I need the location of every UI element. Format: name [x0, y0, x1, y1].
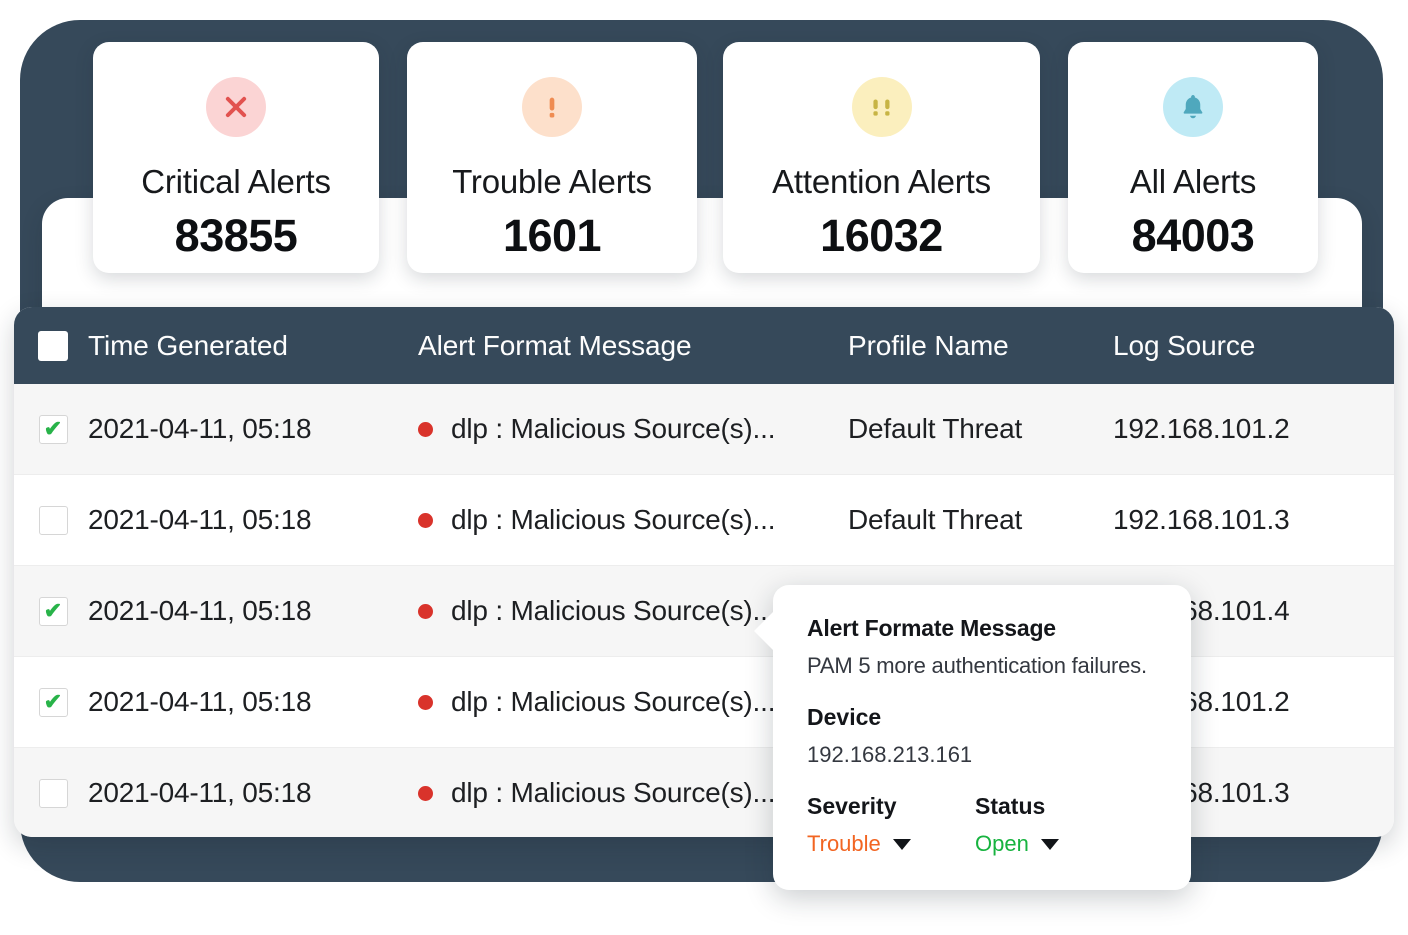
row-checkbox-cell[interactable]: ✔	[14, 778, 88, 808]
status-dropdown[interactable]: Open	[975, 831, 1143, 857]
row-checkbox-cell[interactable]: ✔	[14, 687, 88, 717]
tooltip-status-label: Status	[975, 793, 1046, 819]
select-all-checkbox[interactable]	[38, 330, 68, 361]
check-icon: ✔	[43, 598, 63, 623]
tooltip-status-group: Status Open	[975, 793, 1143, 857]
cell-time-generated: 2021-04-11, 05:18	[88, 777, 312, 808]
cell-time-generated: 2021-04-11, 05:18	[88, 595, 312, 626]
severity-dot-icon	[418, 512, 433, 528]
row-checkbox[interactable]: ✔	[38, 505, 68, 535]
table-header-row: Time Generated Alert Format Message Prof…	[14, 307, 1394, 384]
stat-card-value: 16032	[820, 210, 943, 261]
cell-profile-name: Default Threat	[848, 504, 1023, 535]
stat-card-value: 83855	[174, 210, 298, 261]
tooltip-severity-group: Severity Trouble	[807, 793, 975, 857]
tooltip-message: PAM 5 more authentication failures.	[807, 653, 1147, 678]
tooltip-device-value: 192.168.213.161	[807, 742, 973, 767]
stat-card-all-alerts[interactable]: All Alerts 84003	[1068, 42, 1318, 273]
check-icon: ✔	[43, 416, 63, 441]
column-header-alert-format-message[interactable]: Alert Format Message	[418, 330, 848, 362]
row-checkbox-cell[interactable]: ✔	[14, 505, 88, 535]
stat-card-value: 1601	[502, 210, 602, 261]
cell-alert-text: dlp : Malicious Source(s)...	[451, 686, 776, 717]
row-checkbox-cell[interactable]: ✔	[14, 596, 88, 626]
severity-dot-icon	[418, 785, 433, 801]
cell-alert-format-message: dlp : Malicious Source(s)...	[418, 504, 848, 536]
tooltip-severity-label: Severity	[807, 793, 897, 819]
column-header-time-generated[interactable]: Time Generated	[88, 330, 418, 362]
stat-card-value: 84003	[1131, 210, 1255, 261]
stat-card-label: Critical Alerts	[141, 163, 331, 200]
stat-card-attention-alerts[interactable]: Attention Alerts 16032	[723, 42, 1040, 273]
dashboard-screenshot: Critical Alerts 83855 Trouble Alerts 160…	[0, 0, 1408, 935]
row-checkbox[interactable]: ✔	[38, 414, 68, 444]
alert-detail-tooltip: Alert Formate Message PAM 5 more authent…	[754, 585, 1191, 890]
severity-dot-icon	[418, 694, 433, 710]
double-exclamation-icon	[851, 77, 912, 137]
tooltip-title: Alert Formate Message	[807, 615, 1056, 641]
stat-card-trouble-alerts[interactable]: Trouble Alerts 1601	[407, 42, 697, 273]
column-header-log-source[interactable]: Log Source	[1113, 330, 1383, 362]
severity-value: Trouble	[807, 831, 881, 856]
cell-alert-text: dlp : Malicious Source(s)...	[451, 595, 776, 626]
select-all-checkbox-cell[interactable]	[14, 330, 88, 361]
status-value: Open	[975, 831, 1029, 856]
chevron-down-icon[interactable]	[1040, 838, 1059, 850]
severity-dot-icon	[418, 421, 433, 437]
cell-time-generated: 2021-04-11, 05:18	[88, 686, 312, 717]
row-checkbox-cell[interactable]: ✔	[14, 414, 88, 444]
cell-alert-format-message: dlp : Malicious Source(s)...	[418, 413, 848, 445]
severity-dropdown[interactable]: Trouble	[807, 831, 975, 857]
cell-log-source: 192.168.101.3	[1113, 504, 1290, 535]
severity-dot-icon	[418, 603, 433, 619]
stat-card-critical-alerts[interactable]: Critical Alerts 83855	[93, 42, 379, 273]
cell-alert-text: dlp : Malicious Source(s)...	[451, 413, 776, 444]
cell-profile-name: Default Threat	[848, 413, 1023, 444]
row-checkbox[interactable]: ✔	[38, 596, 68, 626]
cell-time-generated: 2021-04-11, 05:18	[88, 413, 312, 444]
stat-card-label: Attention Alerts	[772, 163, 991, 200]
tooltip-severity-status-row: Severity Trouble Status Open	[807, 793, 1157, 857]
row-checkbox[interactable]: ✔	[38, 778, 68, 808]
table-row[interactable]: ✔ 2021-04-11, 05:18 dlp : Malicious Sour…	[14, 475, 1394, 566]
exclamation-icon	[522, 77, 582, 137]
column-header-profile-name[interactable]: Profile Name	[848, 330, 1113, 362]
check-icon: ✔	[43, 689, 63, 714]
tooltip-device-label: Device	[807, 704, 882, 730]
table-row[interactable]: ✔ 2021-04-11, 05:18 dlp : Malicious Sour…	[14, 384, 1394, 475]
cell-alert-text: dlp : Malicious Source(s)...	[451, 504, 776, 535]
x-circle-icon	[206, 77, 266, 137]
cell-time-generated: 2021-04-11, 05:18	[88, 504, 312, 535]
stat-card-label: All Alerts	[1129, 163, 1257, 200]
chevron-down-icon[interactable]	[892, 838, 911, 850]
row-checkbox[interactable]: ✔	[38, 687, 68, 717]
cell-alert-text: dlp : Malicious Source(s)...	[451, 777, 776, 808]
bell-icon	[1163, 77, 1223, 137]
cell-log-source: 192.168.101.2	[1113, 413, 1290, 444]
stat-card-label: Trouble Alerts	[452, 163, 652, 200]
